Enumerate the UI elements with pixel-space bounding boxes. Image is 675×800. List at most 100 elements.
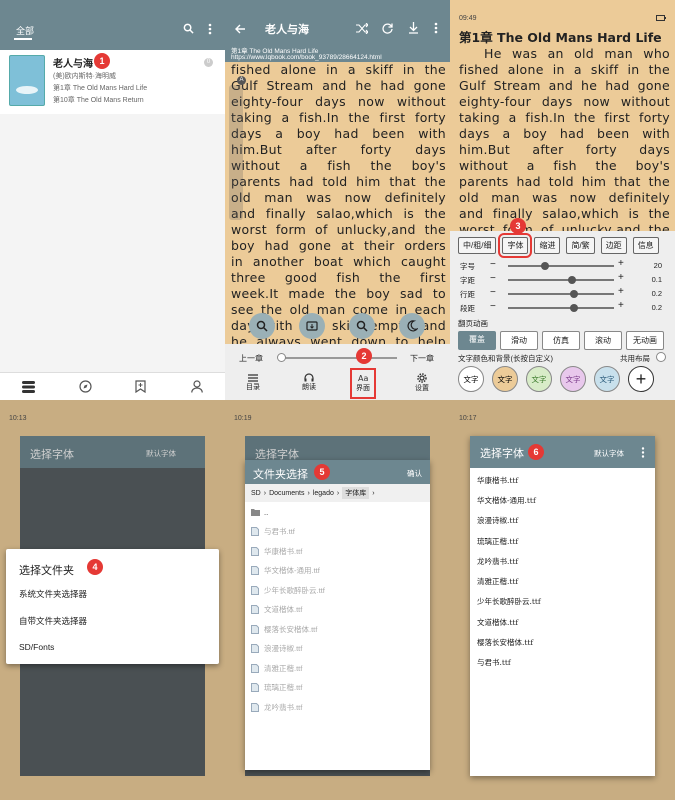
file-row[interactable]: 浪漫诗椒.ttf [245,639,430,659]
file-row[interactable]: 文道楷体.ttf [245,600,430,620]
slider-track[interactable] [508,279,614,281]
color-swatch[interactable]: 文字 [458,366,484,392]
page-anim-simulation[interactable]: 仿真 [542,331,580,350]
more-vert-icon[interactable] [641,447,645,458]
plus-icon[interactable]: + [618,273,624,283]
page-anim-slide[interactable]: 滑动 [500,331,538,350]
crumb-sd[interactable]: SD [251,490,261,497]
confirm-button[interactable]: 确认 [407,468,422,479]
minus-icon[interactable]: − [490,260,496,270]
info-button[interactable]: 信息 [632,237,659,254]
select-folder-dialog: 选择文件夹 4 系统文件夹选择器 自带文件夹选择器 SD/Fonts [6,549,219,664]
page-anim-none[interactable]: 无动画 [626,331,664,350]
slider-track[interactable] [508,293,614,295]
auto-scroll-button[interactable] [299,313,325,339]
font-item[interactable]: 浪漫诗椒.ttf [470,511,655,531]
folder-chooser-dialog: 文件夹选择 5 确认 SD › Documents › legado › 字体库 › .… [245,460,430,770]
file-row[interactable]: 华康楷书.ttf [245,542,430,562]
slider-row: 行距 − +0.2 [460,287,670,301]
builtin-folder-picker-option[interactable]: 自带文件夹选择器 [19,615,87,627]
file-row[interactable]: 琉璃正楷.ttf [245,678,430,698]
file-row[interactable]: 清雅正楷.ttf [245,659,430,679]
shuffle-source-icon[interactable] [356,23,368,34]
profile-icon[interactable] [191,380,203,393]
replace-rule-button[interactable] [349,313,375,339]
file-row[interactable]: 樱落长安楷体.ttf [245,620,430,640]
search-content-button[interactable] [249,313,275,339]
color-swatch[interactable]: 文字 [526,366,552,392]
slider-thumb[interactable] [567,276,576,284]
crumb-font-lib[interactable]: 字体库 [342,487,370,499]
parent-dir-row[interactable]: .. [245,502,430,522]
auto-page-icon[interactable]: A [237,76,246,85]
color-swatch[interactable]: 文字 [594,366,620,392]
slider-track[interactable] [508,265,614,267]
padding-button[interactable]: 边距 [600,237,627,254]
chapter-progress-thumb[interactable] [277,353,286,362]
default-font-button[interactable]: 默认字体 [146,448,176,459]
refresh-icon[interactable] [382,23,393,34]
font-select-button[interactable]: 字体 [498,233,533,258]
chapter-progress-track[interactable] [279,357,397,359]
menu-read-aloud[interactable]: 朗读 [299,373,319,392]
font-item[interactable]: 文道楷体.ttf [470,612,655,632]
file-row[interactable]: 龙吟翡书.ttf [245,698,430,718]
page-anim-scroll[interactable]: 滚动 [584,331,622,350]
font-item[interactable]: 樱落长安楷体.ttf [470,632,655,652]
more-vert-icon[interactable] [208,23,212,35]
chinese-convert-button[interactable]: 简/繁 [566,237,595,254]
font-item[interactable]: 清雅正楷.ttf [470,571,655,591]
minus-icon[interactable]: − [490,274,496,284]
color-swatch[interactable]: 文字 [492,366,518,392]
next-chapter-button[interactable]: 下一章 [410,353,434,364]
chapter-url[interactable]: https://www.lqbook.com/book_93789/286641… [231,54,382,61]
crumb-legado[interactable]: legado [313,490,334,497]
slider-thumb[interactable] [569,304,578,312]
bookshelf-icon[interactable] [22,381,35,393]
rss-bookmark-icon[interactable] [135,380,146,393]
menu-interface[interactable]: Aa 界面 [350,368,376,399]
system-folder-picker-option[interactable]: 系统文件夹选择器 [19,588,87,600]
page-anim-cover[interactable]: 覆盖 [458,331,496,350]
menu-catalog[interactable]: 目录 [243,374,263,392]
explore-icon[interactable] [79,380,92,393]
font-item[interactable]: 华康楷书.ttf [470,470,655,490]
slider-thumb[interactable] [541,262,550,270]
default-font-button[interactable]: 默认字体 [594,448,624,459]
indent-button[interactable]: 缩进 [534,237,561,254]
plus-icon[interactable]: + [618,301,624,311]
share-layout-toggle[interactable] [656,352,666,362]
font-item[interactable]: 琉璃正楷.ttf [470,531,655,551]
font-item[interactable]: 少年长歌醉卧云.ttf [470,592,655,612]
plus-icon[interactable]: + [618,287,624,297]
font-weight-button[interactable]: 中/粗/细 [458,237,497,254]
font-item[interactable]: 龙吟翡书.ttf [470,551,655,571]
back-arrow-icon[interactable] [235,24,246,34]
color-swatch[interactable]: 文字 [560,366,586,392]
svg-text:Aa: Aa [358,374,368,383]
tab-all[interactable]: 全部 [16,24,34,37]
slider-track[interactable] [508,307,614,309]
minus-icon[interactable]: − [490,302,496,312]
scroll-indicator[interactable] [229,85,243,220]
search-icon[interactable] [183,23,194,34]
plus-icon[interactable]: + [618,259,624,269]
crumb-documents[interactable]: Documents [269,490,304,497]
prev-chapter-button[interactable]: 上一章 [239,353,263,364]
minus-icon[interactable]: − [490,288,496,298]
more-vert-icon[interactable] [434,22,438,34]
sd-fonts-option[interactable]: SD/Fonts [19,642,54,652]
add-color-button[interactable]: + [628,366,654,392]
file-row[interactable]: 与君书.ttf [245,522,430,542]
download-icon[interactable] [408,22,419,34]
menu-settings[interactable]: 设置 [412,373,432,393]
file-row[interactable]: 华文楷体-通用.ttf [245,561,430,581]
font-item[interactable]: 与君书.ttf [470,653,655,673]
slider-label: 字号 [460,262,475,271]
book-item[interactable]: 老人与海 1 (美)欧内斯特·海明威 第1章 The Old Mans Hard… [0,50,225,114]
file-icon [251,605,259,615]
font-item[interactable]: 华文楷体-通用.ttf [470,490,655,510]
file-row[interactable]: 少年长歌醉卧云.ttf [245,581,430,601]
night-mode-button[interactable] [399,313,425,339]
slider-thumb[interactable] [569,290,578,298]
